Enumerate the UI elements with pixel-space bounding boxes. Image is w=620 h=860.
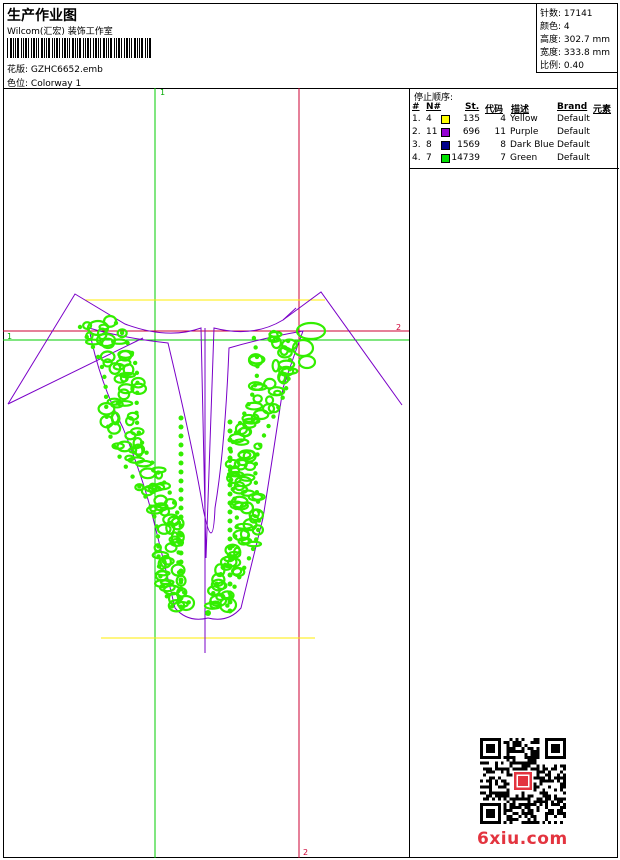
row-needle: 11 [426,127,438,137]
row-brand: Default [557,140,590,150]
guide-label-v2: 2 [303,848,308,857]
color-swatch [441,115,450,124]
row-brand: Default [557,127,590,137]
stop-sequence-row: 1. 4 135 4 Yellow Default [410,114,619,127]
stat-width-value: 333.8 mm [563,48,611,58]
color-swatch [441,141,450,150]
row-index: 2. [412,127,421,137]
row-stitches: 135 [462,114,480,124]
row-needle: 7 [426,153,432,163]
stop-sequence-row: 3. 8 1569 8 Dark Blue Default [410,140,619,153]
stat-colors-value: 4 [563,22,570,32]
row-stitches: 14739 [451,153,480,163]
row-stitches: 1569 [457,140,480,150]
stat-width: 宽度: 333.8 mm [540,45,610,58]
row-code: 8 [500,140,506,150]
guide-label-v1: 1 [160,88,165,97]
color-swatch [441,154,450,163]
stat-scale-label: 比例: [540,61,564,71]
design-value: GZHC6652.emb [30,65,103,75]
stat-stitches-value: 17141 [563,9,593,19]
stats-box: 针数: 17141 颜色: 4 高度: 302.7 mm 宽度: 333.8 m… [536,3,618,73]
row-description: Green [510,153,538,163]
guide-lines: 1 2 1 2 [3,88,409,858]
col-header-brand: Brand [557,102,588,112]
stat-stitches-label: 针数: [540,9,564,19]
row-description: Yellow [510,114,538,124]
stop-sequence-row: 4. 7 14739 7 Green Default [410,153,619,166]
stat-height-label: 高度: [540,35,564,45]
motif-outline [88,327,304,620]
page-title: 生产作业图 [7,8,77,24]
right-shoulder-line [282,307,297,321]
guide-label-h2: 2 [396,323,401,332]
row-index: 1. [412,114,421,124]
row-brand: Default [557,114,590,124]
design-file: 花版: GZHC6652.emb [7,62,103,75]
panel-divider [410,168,619,169]
qr-code [480,738,566,824]
stat-colors-label: 颜色: [540,22,564,32]
barcode [7,38,151,58]
stat-height: 高度: 302.7 mm [540,32,610,45]
stat-scale-value: 0.40 [563,61,584,71]
stat-stitches: 针数: 17141 [540,6,593,19]
stat-colors: 颜色: 4 [540,19,570,32]
col-header-index: # [412,102,420,112]
row-brand: Default [557,153,590,163]
row-code: 4 [500,114,506,124]
row-stitches: 696 [462,127,480,137]
col-header-needle: N# [426,102,442,112]
row-code: 11 [494,127,506,137]
row-description: Purple [510,127,539,137]
col-header-stitches: St. [465,102,480,112]
row-index: 3. [412,140,421,150]
header: 生产作业图 Wilcom(汇宏) 装饰工作室 花版: GZHC6652.emb … [3,3,618,89]
stop-sequence-row: 2. 11 696 11 Purple Default [410,127,619,140]
design-label: 花版: [7,65,31,75]
watermark-logo: 6xiu.com [477,829,568,849]
color-swatch [441,128,450,137]
row-needle: 8 [426,140,432,150]
purple-outline [7,291,403,653]
guide-label-h1: 1 [7,332,12,341]
row-code: 7 [500,153,506,163]
embroidery-canvas: 1 2 1 2 [3,88,409,858]
stat-width-label: 宽度: [540,48,564,58]
row-description: Dark Blue [510,140,555,150]
stat-height-value: 302.7 mm [563,35,611,45]
stat-scale: 比例: 0.40 [540,58,584,71]
company-name: Wilcom(汇宏) 装饰工作室 [7,27,113,37]
row-needle: 4 [426,114,432,124]
row-index: 4. [412,153,421,163]
